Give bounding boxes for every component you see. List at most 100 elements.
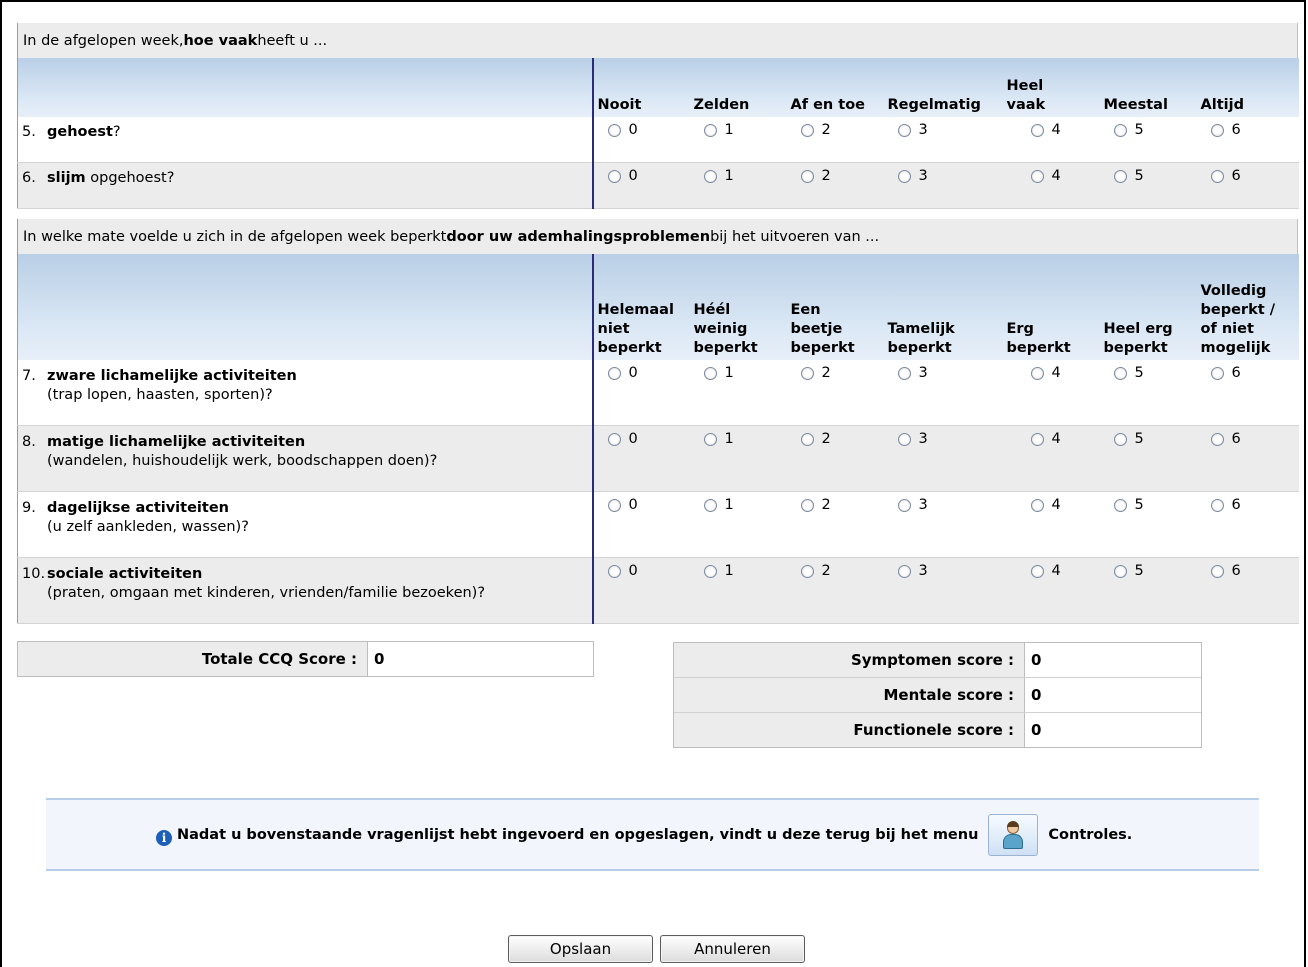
answer-radio[interactable]: 4: [1030, 365, 1061, 381]
answer-radio[interactable]: 1: [703, 563, 734, 579]
radio-circle[interactable]: [1210, 169, 1224, 183]
save-button[interactable]: Opslaan: [508, 935, 653, 963]
option-cell: 0: [591, 162, 690, 209]
info-message-bar: i Nadat u bovenstaande vragenlijst hebt …: [46, 798, 1259, 871]
radio-circle[interactable]: [1210, 123, 1224, 137]
radio-circle[interactable]: [703, 169, 717, 183]
answer-radio[interactable]: 2: [800, 497, 831, 513]
answer-radio[interactable]: 6: [1210, 563, 1241, 579]
radio-circle[interactable]: [897, 366, 911, 380]
answer-radio[interactable]: 0: [607, 497, 638, 513]
radio-circle[interactable]: [897, 123, 911, 137]
answer-radio[interactable]: 4: [1030, 497, 1061, 513]
answer-radio[interactable]: 5: [1113, 168, 1144, 184]
answer-radio[interactable]: 6: [1210, 122, 1241, 138]
answer-radio[interactable]: 2: [800, 431, 831, 447]
radio-circle[interactable]: [897, 169, 911, 183]
radio-circle[interactable]: [1113, 366, 1127, 380]
answer-radio[interactable]: 5: [1113, 122, 1144, 138]
answer-radio[interactable]: 1: [703, 365, 734, 381]
column-header: Zelden: [689, 58, 787, 117]
radio-circle[interactable]: [1030, 564, 1044, 578]
radio-circle[interactable]: [607, 498, 621, 512]
radio-circle[interactable]: [800, 564, 814, 578]
radio-circle[interactable]: [800, 498, 814, 512]
answer-radio[interactable]: 3: [897, 122, 928, 138]
radio-circle[interactable]: [800, 169, 814, 183]
radio-circle[interactable]: [1030, 366, 1044, 380]
answer-radio[interactable]: 3: [897, 431, 928, 447]
answer-radio[interactable]: 0: [607, 431, 638, 447]
answer-radio[interactable]: 4: [1030, 122, 1061, 138]
cancel-button[interactable]: Annuleren: [660, 935, 805, 963]
radio-circle[interactable]: [1030, 169, 1044, 183]
radio-circle[interactable]: [703, 432, 717, 446]
radio-circle[interactable]: [1113, 564, 1127, 578]
radio-circle[interactable]: [1210, 366, 1224, 380]
answer-radio[interactable]: 3: [897, 365, 928, 381]
question-header: [17, 58, 593, 117]
option-value: 1: [724, 431, 734, 447]
answer-radio[interactable]: 5: [1113, 563, 1144, 579]
question-label: 6. slijm opgehoest?: [17, 162, 593, 209]
radio-circle[interactable]: [897, 432, 911, 446]
radio-circle[interactable]: [607, 564, 621, 578]
symptoms-score-label: Symptomen score :: [674, 643, 1025, 677]
answer-radio[interactable]: 6: [1210, 365, 1241, 381]
radio-circle[interactable]: [703, 564, 717, 578]
option-cell: 4: [1002, 162, 1100, 209]
answer-radio[interactable]: 6: [1210, 497, 1241, 513]
radio-circle[interactable]: [897, 564, 911, 578]
answer-radio[interactable]: 2: [800, 563, 831, 579]
radio-circle[interactable]: [800, 366, 814, 380]
answer-radio[interactable]: 5: [1113, 431, 1144, 447]
controles-menu-button[interactable]: [988, 813, 1039, 856]
radio-circle[interactable]: [703, 123, 717, 137]
radio-circle[interactable]: [1210, 564, 1224, 578]
radio-circle[interactable]: [1210, 432, 1224, 446]
answer-radio[interactable]: 1: [703, 168, 734, 184]
radio-circle[interactable]: [703, 366, 717, 380]
answer-radio[interactable]: 0: [607, 168, 638, 184]
radio-circle[interactable]: [1113, 123, 1127, 137]
radio-circle[interactable]: [800, 123, 814, 137]
answer-radio[interactable]: 1: [703, 431, 734, 447]
option-value: 2: [821, 365, 831, 381]
radio-circle[interactable]: [897, 498, 911, 512]
option-value: 3: [918, 497, 928, 513]
answer-radio[interactable]: 5: [1113, 497, 1144, 513]
answer-radio[interactable]: 1: [703, 122, 734, 138]
answer-radio[interactable]: 5: [1113, 365, 1144, 381]
radio-circle[interactable]: [1030, 432, 1044, 446]
radio-circle[interactable]: [1113, 169, 1127, 183]
radio-circle[interactable]: [1210, 498, 1224, 512]
radio-circle[interactable]: [1113, 432, 1127, 446]
answer-radio[interactable]: 6: [1210, 168, 1241, 184]
answer-radio[interactable]: 3: [897, 168, 928, 184]
radio-circle[interactable]: [607, 366, 621, 380]
radio-circle[interactable]: [607, 432, 621, 446]
answer-radio[interactable]: 4: [1030, 168, 1061, 184]
radio-circle[interactable]: [607, 169, 621, 183]
radio-circle[interactable]: [607, 123, 621, 137]
answer-radio[interactable]: 4: [1030, 563, 1061, 579]
answer-radio[interactable]: 4: [1030, 431, 1061, 447]
radio-circle[interactable]: [1030, 123, 1044, 137]
answer-radio[interactable]: 2: [800, 122, 831, 138]
answer-radio[interactable]: 0: [607, 122, 638, 138]
answer-radio[interactable]: 2: [800, 168, 831, 184]
answer-radio[interactable]: 0: [607, 365, 638, 381]
answer-radio[interactable]: 1: [703, 497, 734, 513]
option-cell: 6: [1196, 491, 1299, 558]
radio-circle[interactable]: [1113, 498, 1127, 512]
radio-circle[interactable]: [703, 498, 717, 512]
radio-circle[interactable]: [800, 432, 814, 446]
answer-radio[interactable]: 3: [897, 563, 928, 579]
answer-radio[interactable]: 2: [800, 365, 831, 381]
answer-radio[interactable]: 0: [607, 563, 638, 579]
answer-radio[interactable]: 3: [897, 497, 928, 513]
question-sub: (trap lopen, haasten, sporten)?: [47, 387, 273, 403]
functional-score-value: 0: [1031, 721, 1042, 739]
answer-radio[interactable]: 6: [1210, 431, 1241, 447]
radio-circle[interactable]: [1030, 498, 1044, 512]
